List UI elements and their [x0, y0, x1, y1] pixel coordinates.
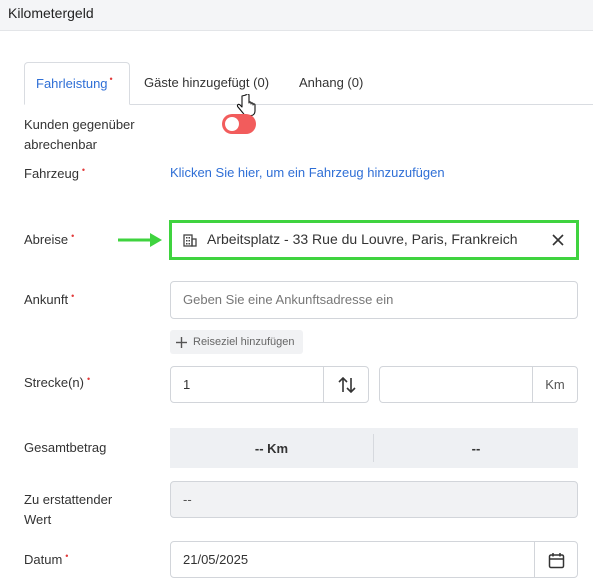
required-marker: •: [86, 374, 91, 384]
distance-input[interactable]: 1: [170, 366, 324, 403]
page-title: Kilometergeld: [8, 5, 94, 21]
building-icon: [183, 234, 197, 247]
date-value: 21/05/2025: [183, 552, 249, 567]
refund-label: Zu erstattender Wert: [24, 490, 112, 530]
close-icon[interactable]: [551, 233, 565, 247]
required-marker: •: [81, 165, 86, 175]
plus-icon: [176, 336, 187, 348]
date-picker-button[interactable]: [534, 541, 578, 578]
tab-gaeste-label: Gäste hinzugefügt (0): [144, 75, 270, 90]
refund-label-line2: Wert: [24, 512, 52, 527]
distance-label-text: Strecke(n): [24, 375, 84, 390]
required-marker: •: [109, 74, 113, 84]
swap-vertical-icon: [338, 377, 356, 393]
billable-label: Kunden gegenüber abrechenbar: [24, 115, 135, 155]
tab-anhang[interactable]: Anhang (0): [299, 62, 363, 104]
total-km: -- Km: [254, 441, 289, 456]
departure-label-text: Abreise: [24, 232, 69, 247]
billable-toggle[interactable]: [222, 114, 256, 134]
tab-bar: Fahrleistung • Gäste hinzugefügt (0) Anha…: [24, 62, 593, 105]
required-marker: •: [65, 551, 69, 561]
required-marker: •: [71, 291, 75, 301]
distance-unit: Km: [532, 366, 578, 403]
arrival-label: Ankunft •: [24, 290, 74, 311]
distance-unit-label: Km: [545, 377, 565, 392]
total-label: Gesamtbetrag: [24, 438, 106, 458]
add-destination-label: Reiseziel hinzufügen: [193, 336, 295, 348]
arrival-placeholder: Geben Sie eine Ankunftsadresse ein: [183, 292, 394, 307]
date-label: Datum •: [24, 550, 68, 571]
tab-anhang-label: Anhang (0): [299, 75, 364, 90]
arrival-label-text: Ankunft: [24, 292, 69, 307]
swap-button[interactable]: [323, 366, 369, 403]
vehicle-label: Fahrzeug •: [24, 164, 85, 185]
refund-label-line1: Zu erstattender: [24, 492, 113, 507]
distance-value: 1: [183, 377, 191, 392]
arrival-input[interactable]: Geben Sie eine Ankunftsadresse ein: [170, 281, 578, 319]
departure-label: Abreise •: [24, 230, 74, 251]
add-destination-button[interactable]: Reiseziel hinzufügen: [170, 330, 303, 354]
date-input[interactable]: 21/05/2025: [170, 541, 535, 578]
refund-input: --: [170, 481, 578, 518]
departure-field[interactable]: Arbeitsplatz - 33 Rue du Louvre, Paris, …: [173, 224, 575, 256]
distance-km-input[interactable]: [379, 366, 533, 403]
page-header: Kilometergeld: [0, 0, 593, 31]
billable-label-line2: abrechenbar: [24, 137, 97, 152]
calendar-icon: [548, 553, 565, 569]
distance-label: Strecke(n) •: [24, 373, 90, 394]
departure-value: Arbeitsplatz - 33 Rue du Louvre, Paris, …: [207, 231, 518, 247]
toggle-knob: [225, 117, 239, 131]
add-vehicle-link[interactable]: Klicken Sie hier, um ein Fahrzeug hinzuz…: [170, 165, 445, 180]
total-label-text: Gesamtbetrag: [24, 440, 107, 455]
vehicle-label-text: Fahrzeug: [24, 166, 79, 181]
billable-label-line1: Kunden gegenüber: [24, 117, 135, 132]
tab-fahrleistung[interactable]: Fahrleistung •: [24, 62, 130, 105]
date-label-text: Datum: [24, 552, 63, 567]
required-marker: •: [71, 231, 75, 241]
refund-value: --: [183, 492, 192, 507]
tab-fahrleistung-label: Fahrleistung: [36, 76, 108, 91]
arrow-right-icon: [118, 233, 162, 247]
total-amount: --: [471, 441, 481, 456]
